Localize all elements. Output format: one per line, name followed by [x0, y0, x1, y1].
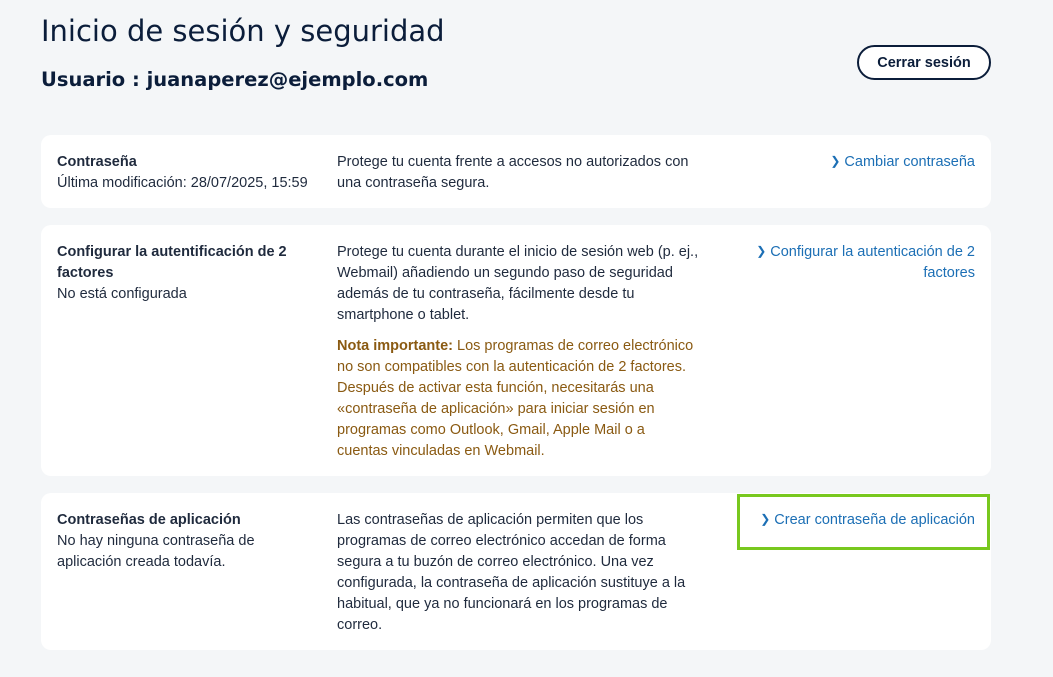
two-factor-description-text: Protege tu cuenta durante el inicio de s…	[337, 244, 699, 323]
chevron-right-icon: ❯	[760, 512, 771, 526]
two-factor-card: Configurar la autentificación de 2 facto…	[41, 225, 991, 476]
create-app-password-label: Crear contraseña de aplicación	[774, 512, 975, 528]
app-passwords-info: Contraseñas de aplicación No hay ninguna…	[57, 510, 322, 573]
two-factor-title: Configurar la autentificación de 2 facto…	[57, 244, 287, 281]
app-passwords-status: No hay ninguna contraseña de aplicación …	[57, 533, 255, 570]
user-line: Usuario : juanaperez@ejemplo.com	[41, 68, 428, 91]
user-label: Usuario :	[41, 68, 147, 91]
two-factor-note-label: Nota importante:	[337, 338, 453, 354]
password-status: Última modificación: 28/07/2025, 15:59	[57, 175, 308, 191]
app-passwords-description: Las contraseñas de aplicación permiten q…	[337, 510, 699, 636]
password-title: Contraseña	[57, 154, 137, 170]
password-info: Contraseña Última modificación: 28/07/20…	[57, 152, 322, 194]
chevron-right-icon: ❯	[830, 154, 841, 168]
password-description-text: Protege tu cuenta frente a accesos no au…	[337, 154, 689, 191]
change-password-label: Cambiar contraseña	[844, 154, 975, 170]
configure-two-factor-link[interactable]: ❯ Configurar la autenticación de 2 factor…	[756, 244, 975, 281]
create-app-password-link[interactable]: ❯ Crear contraseña de aplicación	[760, 512, 975, 528]
two-factor-description: Protege tu cuenta durante el inicio de s…	[337, 242, 699, 462]
change-password-link[interactable]: ❯ Cambiar contraseña	[830, 154, 975, 170]
app-passwords-action: ❯ Crear contraseña de aplicación	[735, 510, 975, 531]
two-factor-note-text: Los programas de correo electrónico no s…	[337, 338, 694, 459]
app-passwords-card: Contraseñas de aplicación No hay ninguna…	[41, 493, 991, 650]
chevron-right-icon: ❯	[756, 244, 767, 258]
user-email: juanaperez@ejemplo.com	[146, 68, 429, 91]
password-description: Protege tu cuenta frente a accesos no au…	[337, 152, 699, 194]
two-factor-note: Nota importante: Los programas de correo…	[337, 336, 699, 462]
logout-button[interactable]: Cerrar sesión	[857, 45, 991, 80]
app-passwords-description-text: Las contraseñas de aplicación permiten q…	[337, 512, 686, 633]
page-title: Inicio de sesión y seguridad	[41, 14, 445, 48]
app-passwords-title: Contraseñas de aplicación	[57, 512, 241, 528]
two-factor-status: No está configurada	[57, 286, 187, 302]
two-factor-info: Configurar la autentificación de 2 facto…	[57, 242, 322, 305]
configure-two-factor-label: Configurar la autenticación de 2 factore…	[770, 244, 975, 281]
two-factor-action: ❯ Configurar la autenticación de 2 factor…	[735, 242, 975, 284]
password-card: Contraseña Última modificación: 28/07/20…	[41, 135, 991, 208]
password-action: ❯ Cambiar contraseña	[735, 152, 975, 173]
